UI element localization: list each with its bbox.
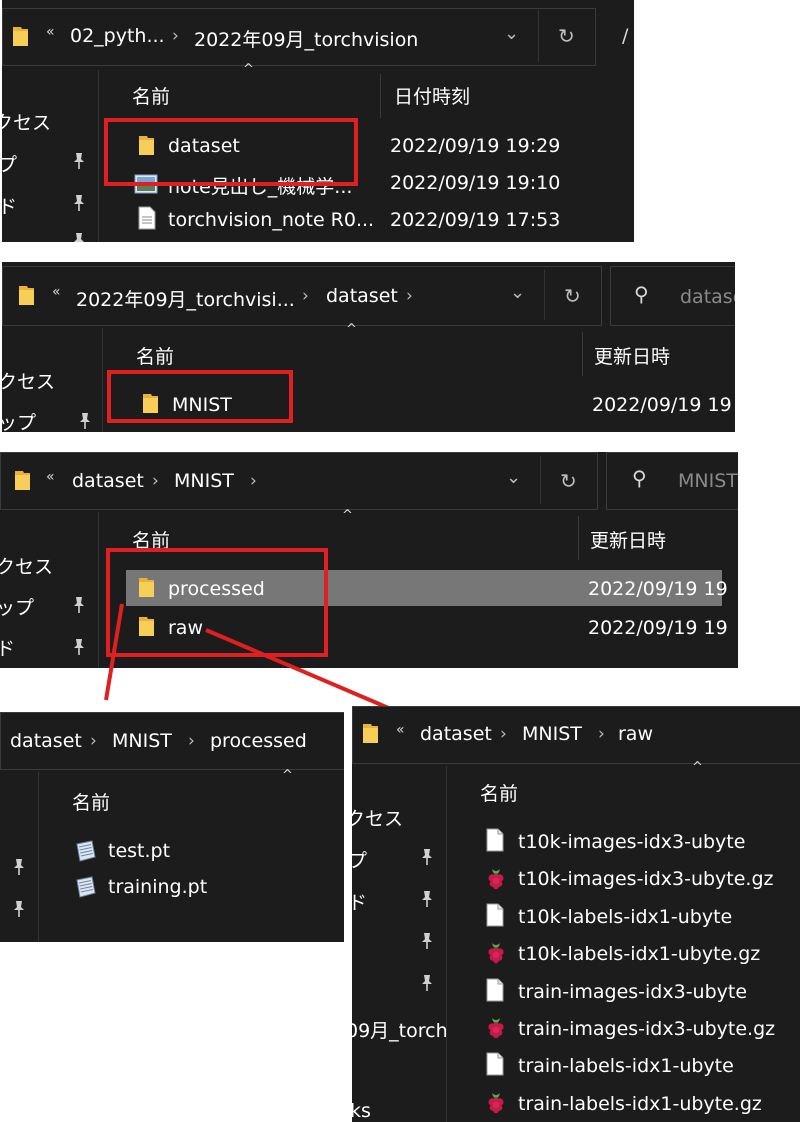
breadcrumb-prefix[interactable]: « — [396, 722, 405, 738]
column-header-name[interactable]: 名前 — [72, 788, 110, 815]
file-name: t10k-labels-idx1-ubyte.gz — [518, 943, 761, 965]
connector-line-raw — [205, 628, 399, 714]
chevron-right-icon: › — [598, 724, 605, 744]
nav-item-partial[interactable]: ks — [352, 1100, 371, 1122]
file-name: train-images-idx3-ubyte — [518, 981, 748, 1003]
column-header-name[interactable]: 名前 — [480, 779, 518, 806]
pin-icon[interactable] — [12, 900, 26, 918]
raspberry-icon — [484, 940, 508, 964]
breadcrumb-item-dataset[interactable]: dataset — [10, 730, 82, 752]
pin-icon[interactable] — [12, 858, 26, 876]
document-stack-icon — [74, 876, 98, 898]
pin-icon[interactable] — [420, 848, 434, 866]
blank-file-icon — [486, 828, 504, 852]
connector-line-processed — [104, 603, 124, 701]
file-name: t10k-images-idx3-ubyte — [518, 831, 746, 853]
sort-up-icon: ^ — [692, 760, 703, 775]
raspberry-icon — [484, 1015, 508, 1039]
nav-desktop[interactable]: プ — [352, 846, 367, 873]
explorer-window-processed: dataset › MNIST › processed ^ 名前 test.pt… — [0, 712, 344, 942]
file-name: t10k-images-idx3-ubyte.gz — [518, 868, 774, 890]
file-name: training.pt — [108, 876, 208, 898]
document-stack-icon — [74, 840, 98, 862]
folder-icon — [362, 722, 379, 744]
pin-icon[interactable] — [420, 974, 434, 992]
breadcrumb-item-mnist[interactable]: MNIST — [522, 723, 582, 745]
file-name: test.pt — [108, 840, 171, 862]
file-name: train-images-idx3-ubyte.gz — [518, 1018, 776, 1040]
pin-icon[interactable] — [420, 890, 434, 908]
blank-file-icon — [486, 1052, 504, 1076]
sort-up-icon: ^ — [282, 768, 293, 783]
pin-icon[interactable] — [420, 932, 434, 950]
file-name: t10k-labels-idx1-ubyte — [518, 906, 733, 928]
file-name: train-labels-idx1-ubyte.gz — [518, 1093, 762, 1115]
breadcrumb-item-mnist[interactable]: MNIST — [112, 730, 172, 752]
breadcrumb-item-dataset[interactable]: dataset — [420, 723, 492, 745]
nav-quick-access[interactable]: クセス — [352, 804, 403, 831]
raspberry-icon — [484, 866, 508, 890]
breadcrumb-item-processed[interactable]: processed — [210, 730, 307, 752]
blank-file-icon — [486, 978, 504, 1002]
chevron-right-icon: › — [188, 731, 195, 751]
nav-folder-torchvision[interactable]: 09月_torch — [352, 1016, 448, 1043]
breadcrumb-item-raw[interactable]: raw — [618, 723, 653, 745]
nav-divider — [446, 766, 447, 1122]
nav-divider — [38, 772, 39, 942]
chevron-right-icon: › — [500, 724, 507, 744]
file-name: train-labels-idx1-ubyte — [518, 1055, 734, 1077]
blank-file-icon — [486, 903, 504, 927]
nav-downloads[interactable]: ド — [352, 888, 367, 915]
raspberry-icon — [484, 1090, 508, 1114]
chevron-right-icon: › — [90, 731, 97, 751]
explorer-window-raw: « dataset › MNIST › raw クセス プ ド 09月_torc… — [352, 706, 800, 1122]
